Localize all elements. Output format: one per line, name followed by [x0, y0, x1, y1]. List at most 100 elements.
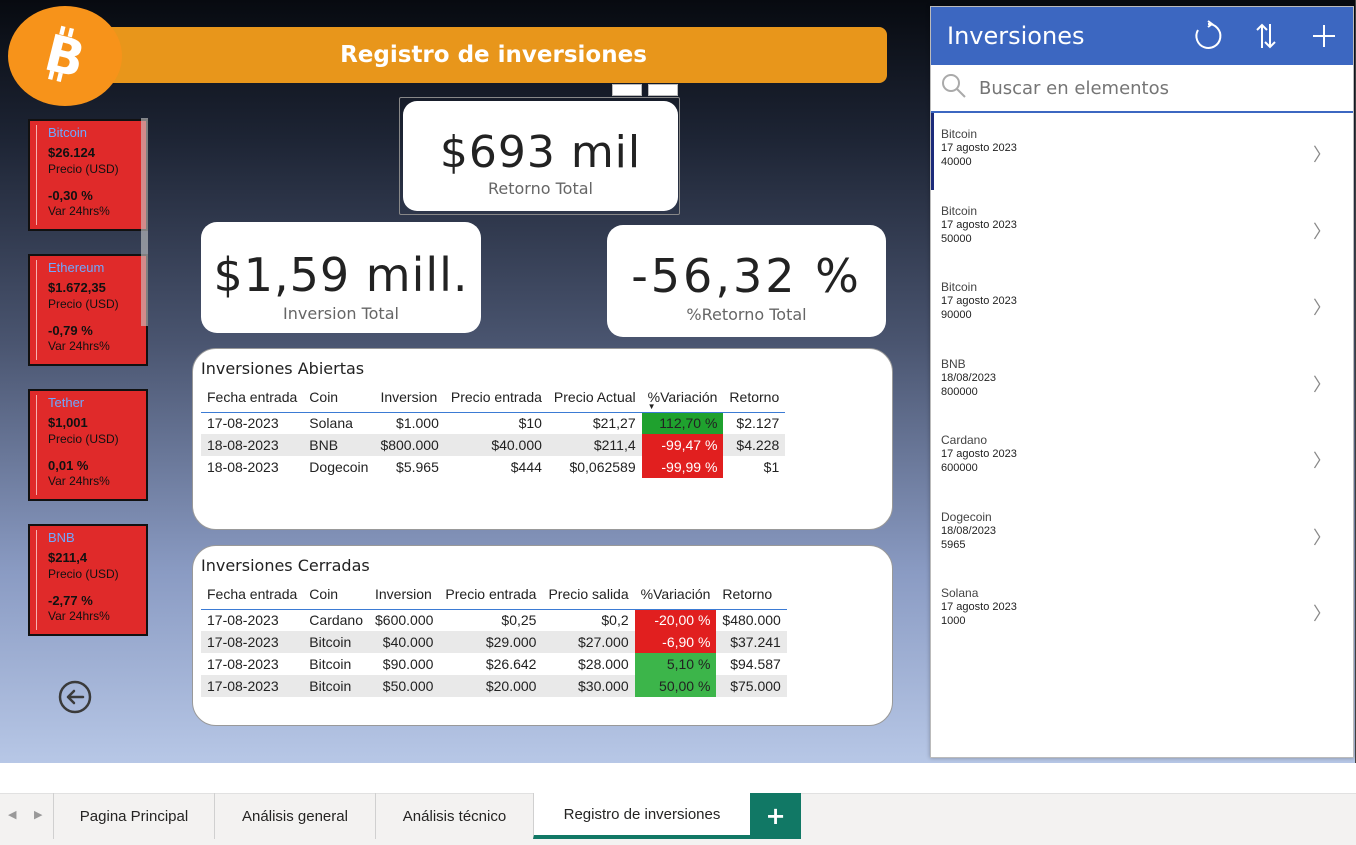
- list-item-coin: BNB: [941, 356, 966, 371]
- coin-card-bnb[interactable]: BNB $211,4 Precio (USD) -2,77 % Var 24hr…: [28, 524, 148, 636]
- list-item[interactable]: Bitcoin 17 agosto 2023 40000 〉: [931, 113, 1353, 190]
- table-cell-variation: -99,47 %: [641, 434, 724, 456]
- column-header[interactable]: %Variación: [635, 579, 717, 609]
- search-bar[interactable]: [931, 65, 1353, 113]
- table-abiertas[interactable]: Fecha entrada Coin Inversion Precio entr…: [201, 382, 786, 478]
- list-item-date: 18/08/2023: [941, 371, 997, 384]
- column-header[interactable]: Precio Actual: [548, 382, 642, 412]
- table-cell: $21,27: [592, 415, 636, 432]
- coin-price: $211,4: [48, 550, 88, 565]
- list-item[interactable]: Dogecoin 18/08/2023 5965 〉: [931, 496, 1353, 573]
- back-arrow-icon[interactable]: [58, 680, 92, 714]
- kpi-retorno-total-frame[interactable]: $693 mil Retorno Total: [399, 97, 680, 215]
- coin-card-bitcoin[interactable]: Bitcoin $26.124 Precio (USD) -0,30 % Var…: [28, 119, 148, 231]
- coin-list-scrollbar[interactable]: [141, 118, 148, 326]
- table-cell: $37.241: [730, 634, 781, 650]
- tab-analisis-tecnico[interactable]: Análisis técnico: [375, 793, 533, 839]
- list-item-date: 17 agosto 2023: [941, 295, 1017, 307]
- app-title: Inversiones: [947, 22, 1085, 50]
- report-canvas: Registro de inversiones B Bitcoin $26.12…: [0, 0, 1356, 763]
- visual-header-more-button[interactable]: [648, 84, 678, 96]
- table-card-abiertas[interactable]: Inversiones Abiertas Fecha entrada Coin …: [192, 348, 893, 530]
- table-title: Inversiones Abiertas: [201, 359, 365, 378]
- chevron-right-icon[interactable]: 〉: [1313, 218, 1331, 244]
- list-item-amount: 1000: [941, 615, 966, 627]
- table-row[interactable]: 17-08-2023 Cardano $600.000 $0,25 $0,2 -…: [201, 609, 787, 631]
- table-cerradas[interactable]: Fecha entrada Coin Inversion Precio entr…: [201, 579, 787, 697]
- tab-scroll-right-icon[interactable]: ▶: [34, 808, 42, 821]
- add-icon[interactable]: [1295, 7, 1353, 65]
- table-row[interactable]: 18-08-2023 Dogecoin $5.965 $444 $0,06258…: [201, 456, 785, 478]
- chevron-right-icon[interactable]: 〉: [1313, 294, 1331, 320]
- table-title: Inversiones Cerradas: [201, 556, 370, 575]
- kpi-value: -56,32 %: [631, 249, 862, 303]
- table-row[interactable]: 17-08-2023 Bitcoin $90.000 $26.642 $28.0…: [201, 653, 787, 675]
- tab-analisis-general[interactable]: Análisis general: [214, 793, 375, 839]
- column-header[interactable]: Precio entrada: [439, 579, 542, 609]
- table-row[interactable]: 17-08-2023 Bitcoin $50.000 $20.000 $30.0…: [201, 675, 787, 697]
- column-header-label: %Variación: [647, 388, 718, 405]
- table-cell: Bitcoin: [309, 656, 352, 672]
- column-header[interactable]: Precio salida: [542, 579, 634, 609]
- table-row[interactable]: 17-08-2023 Bitcoin $40.000 $29.000 $27.0…: [201, 631, 787, 653]
- table-cell: $800.000: [380, 437, 439, 453]
- column-header[interactable]: Retorno: [723, 382, 785, 412]
- coin-price: $1.672,35: [48, 280, 106, 295]
- table-cell: Dogecoin: [309, 459, 369, 475]
- list-item-date: 18/08/2023: [941, 524, 997, 537]
- column-header[interactable]: Retorno: [716, 579, 786, 609]
- search-input[interactable]: [979, 77, 1319, 99]
- inversiones-app-panel: Inversiones Bitcoin 17 agosto 2023 40000…: [930, 6, 1354, 758]
- chevron-right-icon[interactable]: 〉: [1313, 600, 1331, 626]
- refresh-icon[interactable]: [1179, 7, 1237, 65]
- table-row[interactable]: 17-08-2023 Solana $1.000 $10 $21,27 112,…: [201, 412, 785, 434]
- tab-registro-inversiones[interactable]: Registro de inversiones: [533, 793, 750, 839]
- coin-name: Tether: [48, 395, 85, 410]
- table-card-cerradas[interactable]: Inversiones Cerradas Fecha entrada Coin …: [192, 545, 893, 726]
- list-item-coin: Bitcoin: [941, 203, 978, 218]
- column-header[interactable]: Inversion: [374, 382, 444, 412]
- list-item[interactable]: BNB 18/08/2023 800000 〉: [931, 343, 1353, 420]
- list-item[interactable]: Cardano 17 agosto 2023 600000 〉: [931, 419, 1353, 496]
- list-item[interactable]: Bitcoin 17 agosto 2023 50000 〉: [931, 190, 1353, 267]
- column-header[interactable]: Coin: [303, 579, 369, 609]
- list-item-amount: 600000: [941, 462, 978, 474]
- svg-text:B: B: [39, 23, 90, 90]
- sort-icon[interactable]: [1237, 7, 1295, 65]
- plus-icon: +: [765, 802, 786, 830]
- kpi-inversion-total[interactable]: $1,59 mill. Inversion Total: [201, 222, 481, 333]
- tab-pagina-principal[interactable]: Pagina Principal: [53, 793, 214, 839]
- column-header[interactable]: Fecha entrada: [201, 382, 303, 412]
- coin-var: -0,30 %: [48, 188, 93, 203]
- kpi-label: Inversion Total: [283, 304, 399, 323]
- column-header[interactable]: Coin: [303, 382, 374, 412]
- column-header[interactable]: Precio entrada: [445, 382, 548, 412]
- chevron-right-icon[interactable]: 〉: [1313, 524, 1331, 550]
- table-cell: 17-08-2023: [207, 612, 279, 629]
- add-page-button[interactable]: +: [750, 793, 801, 839]
- list-item[interactable]: Bitcoin 17 agosto 2023 90000 〉: [931, 266, 1353, 343]
- chevron-right-icon[interactable]: 〉: [1313, 447, 1331, 473]
- chevron-right-icon[interactable]: 〉: [1313, 371, 1331, 397]
- table-cell: $0,2: [601, 612, 629, 629]
- column-header-sorted[interactable]: %Variación ▼: [642, 382, 724, 412]
- table-cell: $30.000: [578, 678, 629, 694]
- list-item-amount: 90000: [941, 309, 972, 321]
- visual-header-focus-button[interactable]: [612, 84, 642, 96]
- table-cell: $27.000: [578, 634, 629, 650]
- kpi-pct-retorno[interactable]: -56,32 % %Retorno Total: [607, 225, 886, 337]
- coin-card-tether[interactable]: Tether $1,001 Precio (USD) 0,01 % Var 24…: [28, 389, 148, 501]
- list-item-date: 17 agosto 2023: [941, 448, 1017, 460]
- chevron-right-icon[interactable]: 〉: [1313, 141, 1331, 167]
- kpi-value: $693 mil: [439, 127, 642, 178]
- list-item[interactable]: Solana 17 agosto 2023 1000 〉: [931, 572, 1353, 649]
- column-header[interactable]: Fecha entrada: [201, 579, 303, 609]
- table-cell-variation: 50,00 %: [634, 675, 717, 697]
- table-cell: 18-08-2023: [207, 437, 279, 453]
- table-row[interactable]: 18-08-2023 BNB $800.000 $40.000 $211,4 -…: [201, 434, 786, 456]
- table-cell: $26.642: [485, 656, 537, 672]
- coin-price-label: Precio (USD): [48, 432, 119, 446]
- coin-card-ethereum[interactable]: Ethereum $1.672,35 Precio (USD) -0,79 % …: [28, 254, 148, 366]
- column-header[interactable]: Inversion: [369, 579, 439, 609]
- tab-scroll-left-icon[interactable]: ◀: [8, 808, 16, 821]
